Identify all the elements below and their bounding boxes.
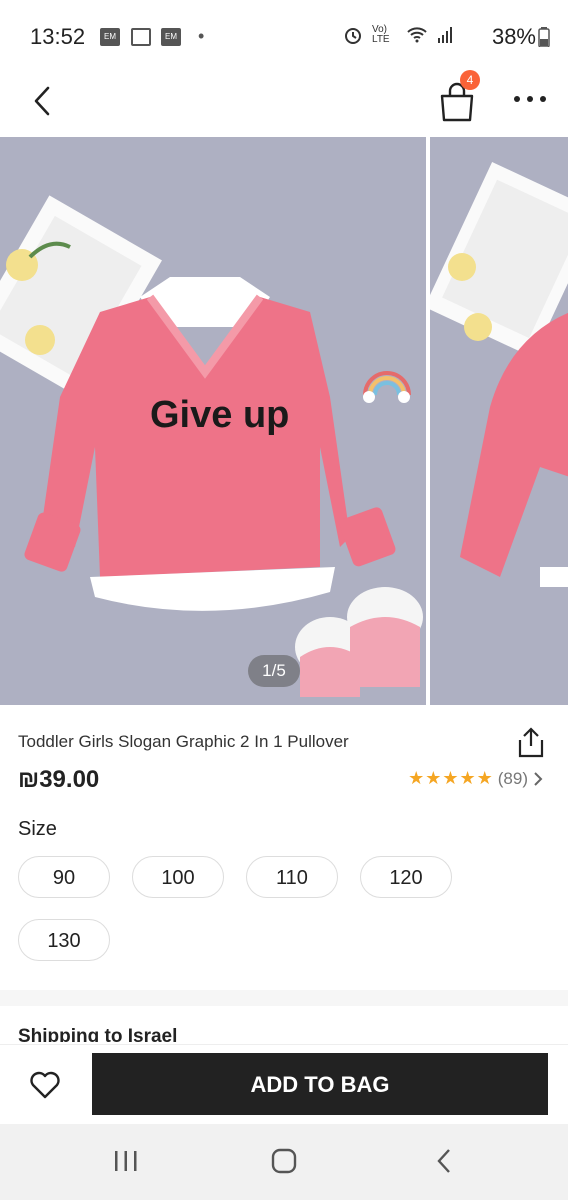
- share-icon[interactable]: [516, 726, 546, 758]
- size-option-110[interactable]: 110: [246, 856, 338, 898]
- more-options-icon[interactable]: [512, 92, 548, 106]
- product-image-next[interactable]: [424, 137, 568, 705]
- status-bar: 13:52 EM EM • Vo) LTE 38%: [0, 0, 568, 74]
- top-navigation: 4: [0, 70, 568, 136]
- email-notification-icon: EM: [100, 28, 120, 46]
- alarm-icon: [345, 28, 361, 44]
- size-option-100[interactable]: 100: [132, 856, 224, 898]
- home-icon[interactable]: [271, 1148, 297, 1174]
- product-photo-next: [424, 137, 568, 705]
- more-notifications-dot: •: [198, 26, 205, 46]
- battery-level: 38%: [492, 24, 550, 50]
- product-photo: Give up: [0, 137, 426, 705]
- signal-icon: [438, 27, 452, 43]
- image-page-indicator: 1/5: [248, 655, 300, 687]
- system-navigation-bar: [0, 1124, 568, 1200]
- heart-icon[interactable]: [28, 1067, 62, 1101]
- product-image-main[interactable]: Give up 1/5: [0, 137, 426, 705]
- volte-icon: Vo) LTE: [372, 24, 390, 45]
- wifi-icon: [407, 27, 427, 43]
- section-divider: [0, 990, 568, 1006]
- email-notification-icon: EM: [161, 28, 181, 46]
- review-count: (89): [497, 768, 528, 788]
- product-image-gallery[interactable]: Give up 1/5: [0, 137, 568, 705]
- size-option-130[interactable]: 130: [18, 919, 110, 961]
- product-title: Toddler Girls Slogan Graphic 2 In 1 Pull…: [18, 732, 349, 751]
- size-option-120[interactable]: 120: [360, 856, 452, 898]
- recent-apps-icon[interactable]: [112, 1148, 140, 1174]
- shipping-heading[interactable]: Shipping to Israel: [18, 1026, 177, 1042]
- back-arrow-icon[interactable]: [26, 84, 60, 118]
- rating-summary[interactable]: ★★★★★ (89): [408, 768, 544, 789]
- add-to-bag-button[interactable]: ADD TO BAG: [92, 1053, 548, 1115]
- star-rating: ★★★★★: [408, 768, 494, 788]
- chevron-right-icon: [534, 771, 543, 786]
- image-notification-icon: [131, 28, 151, 46]
- product-price: ₪39.00: [18, 766, 100, 793]
- status-icons: Vo) LTE: [342, 24, 454, 46]
- size-label: Size: [18, 818, 57, 840]
- cart-count-badge: 4: [460, 70, 480, 90]
- bottom-action-bar: ADD TO BAG: [0, 1044, 568, 1125]
- battery-icon: [538, 27, 550, 48]
- status-time: 13:52: [30, 24, 86, 49]
- print-slogan: Give up: [150, 394, 289, 436]
- size-option-90[interactable]: 90: [18, 856, 110, 898]
- system-back-icon[interactable]: [434, 1148, 454, 1174]
